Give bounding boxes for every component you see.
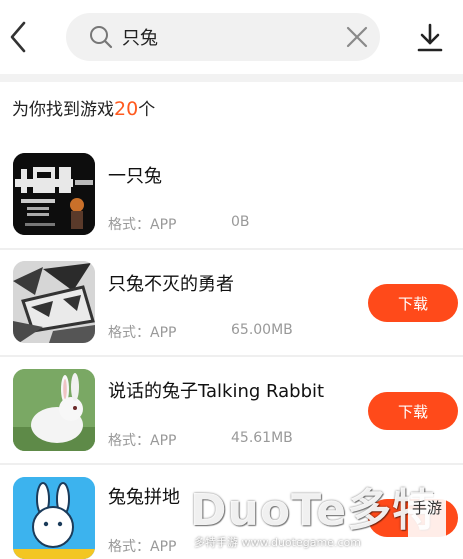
game-title[interactable]: 说话的兔子Talking Rabbit xyxy=(108,377,324,403)
game-title[interactable]: 只兔不灭的勇者 xyxy=(108,270,234,296)
result-count: 为你找到游戏20个 xyxy=(12,95,155,120)
result-count-prefix: 为你找到游戏 xyxy=(12,100,114,120)
game-list-item[interactable]: 只兔不灭的勇者 格式：APP 65.00MB 下载 xyxy=(0,250,463,356)
search-input[interactable] xyxy=(122,21,332,53)
result-count-number: 20 xyxy=(114,98,139,120)
game-icon xyxy=(13,261,95,343)
download-icon xyxy=(417,23,443,52)
game-list-item[interactable]: 兔兔拼地 格式：APP xyxy=(0,465,463,559)
close-icon[interactable] xyxy=(345,25,369,49)
header-divider xyxy=(0,74,463,82)
game-size: 65.00MB xyxy=(231,322,293,338)
top-bar xyxy=(0,0,463,74)
game-icon xyxy=(13,369,95,451)
game-size: 0B xyxy=(231,214,250,230)
game-format: 格式：APP xyxy=(108,217,177,233)
game-format: 格式：APP xyxy=(108,539,177,555)
download-button[interactable]: 下载 xyxy=(368,392,458,430)
download-button[interactable] xyxy=(368,499,458,537)
result-count-suffix: 个 xyxy=(138,100,156,120)
game-format: 格式：APP xyxy=(108,325,177,341)
back-button[interactable] xyxy=(6,19,32,55)
game-format: 格式：APP xyxy=(108,433,177,449)
game-list-item[interactable]: 一只兔 格式：APP 0B xyxy=(0,140,463,250)
game-icon xyxy=(13,477,95,559)
download-manager-button[interactable] xyxy=(416,22,444,54)
download-button[interactable]: 下载 xyxy=(368,284,458,322)
search-box[interactable] xyxy=(66,13,380,61)
game-icon xyxy=(13,153,95,235)
game-size: 45.61MB xyxy=(231,430,293,446)
chevron-left-icon xyxy=(10,21,26,53)
game-title[interactable]: 一只兔 xyxy=(108,162,162,188)
game-title[interactable]: 兔兔拼地 xyxy=(108,483,180,509)
game-list-item[interactable]: 说话的兔子Talking Rabbit 格式：APP 45.61MB 下载 xyxy=(0,357,463,463)
search-icon xyxy=(90,26,113,49)
